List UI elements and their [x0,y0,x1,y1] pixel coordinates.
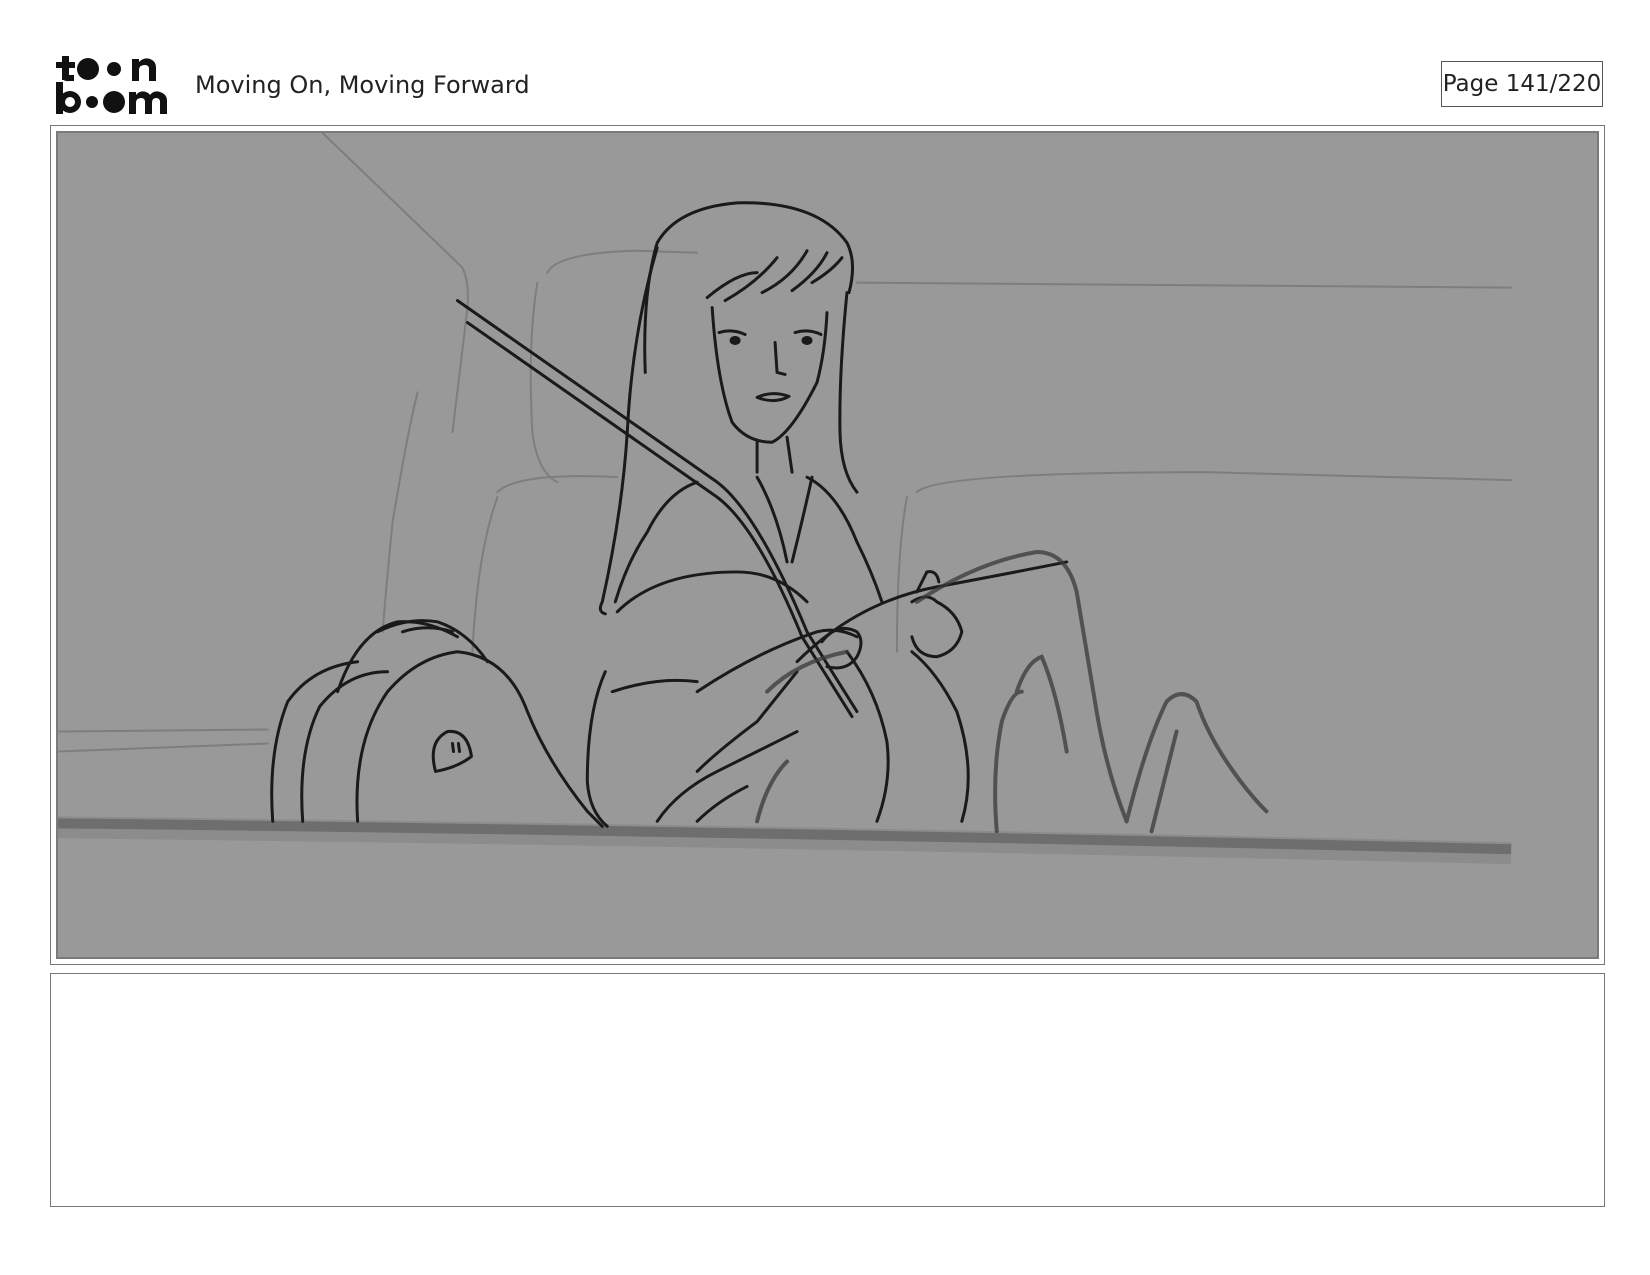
panel-sketch [58,133,1513,865]
document-title: Moving On, Moving Forward [195,71,530,99]
toon-boom-logo [56,56,167,114]
panel-drawing-area [56,131,1599,959]
storyboard-panel [50,125,1605,965]
panel-notes-box[interactable] [50,973,1605,1207]
page-counter: Page 141/220 [1441,61,1603,107]
